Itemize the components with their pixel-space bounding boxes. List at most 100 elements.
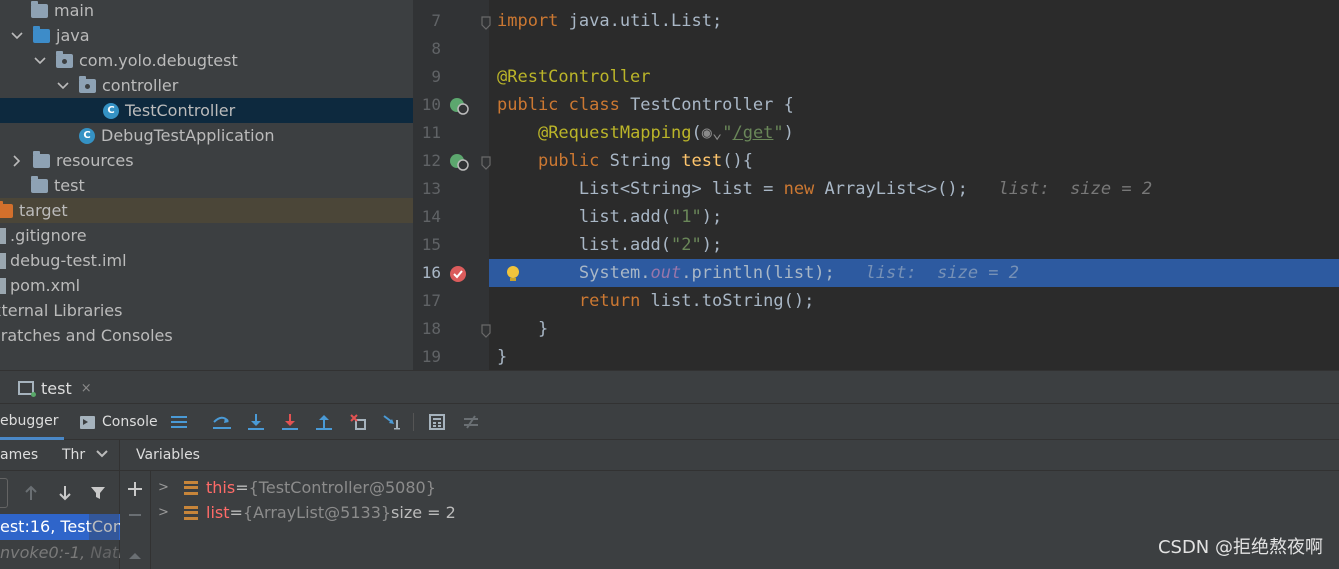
breakpoint-icon[interactable] bbox=[449, 265, 466, 282]
class-icon: C bbox=[79, 127, 95, 144]
run-to-cursor-icon[interactable] bbox=[383, 412, 403, 432]
tree-item-main[interactable]: main bbox=[0, 0, 413, 23]
variables-pane: Variables > this = {TestController@5080} bbox=[120, 440, 1339, 569]
variable-row-list[interactable]: > list = {ArrayList@5133} size = 2 bbox=[158, 500, 456, 525]
code-line-8[interactable]: 8 bbox=[413, 35, 1339, 63]
chevron-right-icon[interactable] bbox=[10, 154, 24, 168]
code-line-13[interactable]: 13 List<String> list = new ArrayList<>()… bbox=[413, 175, 1339, 203]
tree-item-label: test bbox=[54, 176, 85, 195]
tree-item-xternal-libraries[interactable]: xternal Libraries bbox=[0, 298, 413, 323]
code-line-19[interactable]: 19} bbox=[413, 343, 1339, 370]
debugger-panes: ames Thr est:16, TestController nv bbox=[0, 440, 1339, 569]
code-text: return list.toString(); bbox=[578, 291, 815, 311]
close-icon[interactable]: × bbox=[81, 381, 92, 396]
tree-item-gitignore[interactable]: .gitignore bbox=[0, 223, 413, 248]
evaluate-expression-icon[interactable] bbox=[427, 412, 447, 432]
tree-item-label: java bbox=[56, 26, 90, 45]
line-number: 16 bbox=[413, 259, 441, 287]
tree-item-label: main bbox=[54, 1, 94, 20]
run-tab-label: test bbox=[41, 378, 72, 398]
trace-stream-icon[interactable] bbox=[461, 412, 481, 432]
arrow-up-icon[interactable] bbox=[23, 484, 39, 506]
spring-bean-icon[interactable] bbox=[449, 153, 469, 171]
spring-bean-icon[interactable] bbox=[449, 97, 469, 115]
frames-controls bbox=[0, 478, 120, 510]
field-icon bbox=[184, 505, 198, 520]
code-text: public class TestController { bbox=[497, 95, 794, 115]
move-up-icon[interactable] bbox=[127, 547, 143, 567]
tree-item-debug-test-iml[interactable]: debug-test.iml bbox=[0, 248, 413, 273]
chevron-down-icon[interactable] bbox=[56, 79, 70, 93]
tree-item-pom-xml[interactable]: pom.xml bbox=[0, 273, 413, 298]
step-out-icon[interactable] bbox=[314, 412, 334, 432]
chevron-down-icon[interactable] bbox=[10, 29, 24, 43]
run-config-tab[interactable]: test × bbox=[18, 374, 92, 402]
tab-console-label: Console bbox=[102, 414, 158, 430]
code-line-18[interactable]: 18 } bbox=[413, 315, 1339, 343]
debug-tool-window: test × ebugger Console ames Thr est:16, … bbox=[0, 370, 1339, 569]
code-line-17[interactable]: 17 return list.toString(); bbox=[413, 287, 1339, 315]
chevron-down-icon[interactable] bbox=[33, 54, 47, 68]
code-line-15[interactable]: 15 list.add("2"); bbox=[413, 231, 1339, 259]
thread-selector[interactable] bbox=[0, 478, 8, 508]
tree-item-label: pom.xml bbox=[10, 276, 81, 295]
frames-pane: ames Thr est:16, TestController nv bbox=[0, 440, 120, 569]
tree-item-target[interactable]: target bbox=[0, 198, 413, 223]
frames-fade bbox=[89, 514, 119, 569]
tree-item-controller[interactable]: controller bbox=[0, 73, 413, 98]
tree-item-java[interactable]: java bbox=[0, 23, 413, 48]
add-watch-icon[interactable] bbox=[127, 481, 143, 501]
tab-debugger-label: ebugger bbox=[0, 412, 59, 429]
tree-item-resources[interactable]: resources bbox=[0, 148, 413, 173]
tree-item-testcontroller[interactable]: C TestController bbox=[0, 98, 413, 123]
tree-item-test[interactable]: test bbox=[0, 173, 413, 198]
tree-item-label: TestController bbox=[125, 101, 236, 120]
remove-watch-icon[interactable] bbox=[127, 507, 143, 527]
tree-item-label: controller bbox=[102, 76, 179, 95]
fold-icon[interactable] bbox=[480, 323, 492, 338]
variables-side-toolbar bbox=[120, 471, 151, 569]
fold-icon[interactable] bbox=[480, 15, 492, 30]
variables-header: Variables bbox=[120, 440, 1339, 471]
code-line-16[interactable]: 16 System.out.println(list); list: size … bbox=[413, 259, 1339, 287]
code-text: System.out.println(list); list: size = 2 bbox=[497, 263, 1020, 283]
toolbar-divider bbox=[413, 413, 414, 431]
fold-icon[interactable] bbox=[480, 155, 492, 170]
code-line-12[interactable]: 12 public String test(){ bbox=[413, 147, 1339, 175]
tree-item-debugtestapplication[interactable]: C DebugTestApplication bbox=[0, 123, 413, 148]
layout-menu-icon[interactable] bbox=[169, 412, 189, 432]
step-over-icon[interactable] bbox=[212, 412, 232, 432]
frames-tab[interactable]: ames bbox=[0, 440, 38, 471]
code-editor[interactable]: 7 import java.util.List; 8 9 @RestController… bbox=[413, 0, 1339, 370]
code-text: } bbox=[497, 347, 508, 367]
chevron-right-icon[interactable]: > bbox=[158, 480, 172, 495]
code-line-10[interactable]: 10 public class TestController { bbox=[413, 91, 1339, 119]
tree-item-com-yolo-debugtest[interactable]: com.yolo.debugtest bbox=[0, 48, 413, 73]
folder-icon bbox=[31, 175, 48, 193]
code-text: } bbox=[497, 319, 549, 339]
tab-console[interactable]: Console bbox=[80, 404, 158, 440]
tree-item-cratches-and-consoles[interactable]: cratches and Consoles bbox=[0, 323, 413, 348]
arrow-down-icon[interactable] bbox=[57, 484, 73, 506]
threads-tab[interactable]: Thr bbox=[62, 440, 85, 471]
chevron-right-icon[interactable]: > bbox=[158, 505, 172, 520]
code-line-14[interactable]: 14 list.add("1"); bbox=[413, 203, 1339, 231]
drop-frame-icon[interactable] bbox=[348, 412, 368, 432]
chevron-down-icon[interactable] bbox=[96, 448, 108, 460]
code-line-7[interactable]: 7 import java.util.List; bbox=[413, 7, 1339, 35]
code-line-9[interactable]: 9 @RestController bbox=[413, 63, 1339, 91]
variable-row-this[interactable]: > this = {TestController@5080} bbox=[158, 475, 436, 500]
variable-name: list bbox=[206, 503, 230, 522]
line-number: 12 bbox=[421, 151, 441, 170]
code-text: public String test(){ bbox=[537, 151, 753, 171]
tab-debugger[interactable]: ebugger bbox=[0, 404, 64, 440]
force-step-into-icon[interactable] bbox=[280, 412, 300, 432]
filter-icon[interactable] bbox=[90, 485, 106, 505]
code-text: import java.util.List; bbox=[497, 11, 723, 31]
line-number: 7 bbox=[431, 11, 441, 30]
folder-icon bbox=[33, 150, 50, 168]
code-text: @RestController bbox=[497, 67, 651, 87]
watermark-text: CSDN @拒绝熬夜啊 bbox=[1157, 537, 1323, 558]
code-line-11[interactable]: 11 @RequestMapping(◉⌄"/get") bbox=[413, 119, 1339, 147]
step-into-icon[interactable] bbox=[246, 412, 266, 432]
